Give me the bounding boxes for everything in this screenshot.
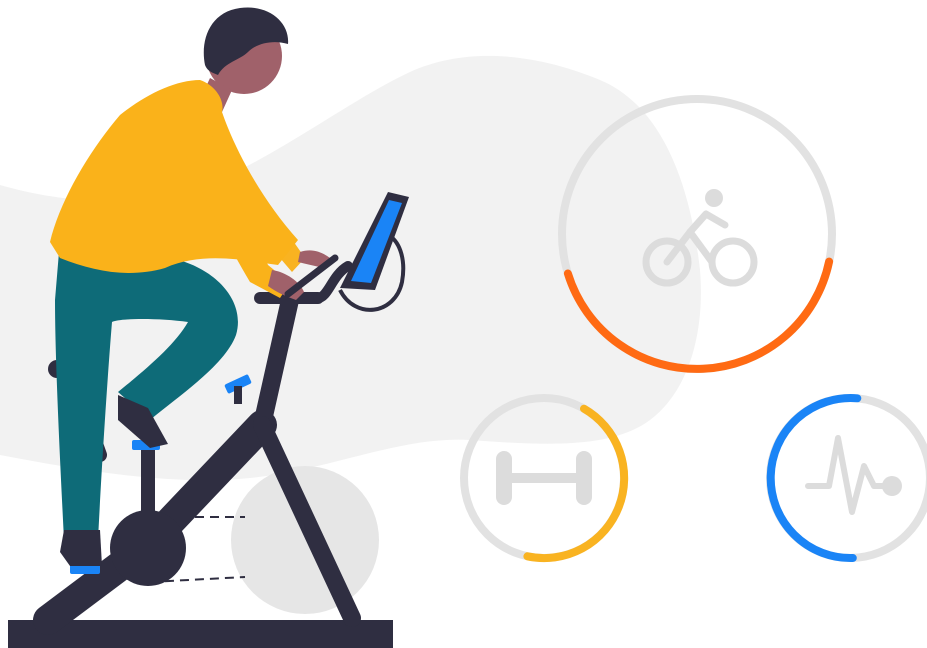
flywheel-disc xyxy=(231,466,379,614)
dumbbell-icon xyxy=(496,451,592,505)
back-shoe xyxy=(60,530,102,566)
fitness-illustration xyxy=(0,7,927,648)
handlebar-post xyxy=(234,386,242,404)
crank-wheel xyxy=(110,510,186,586)
heartbeat-icon xyxy=(805,435,902,515)
heart-rate-progress-ring xyxy=(766,394,927,563)
